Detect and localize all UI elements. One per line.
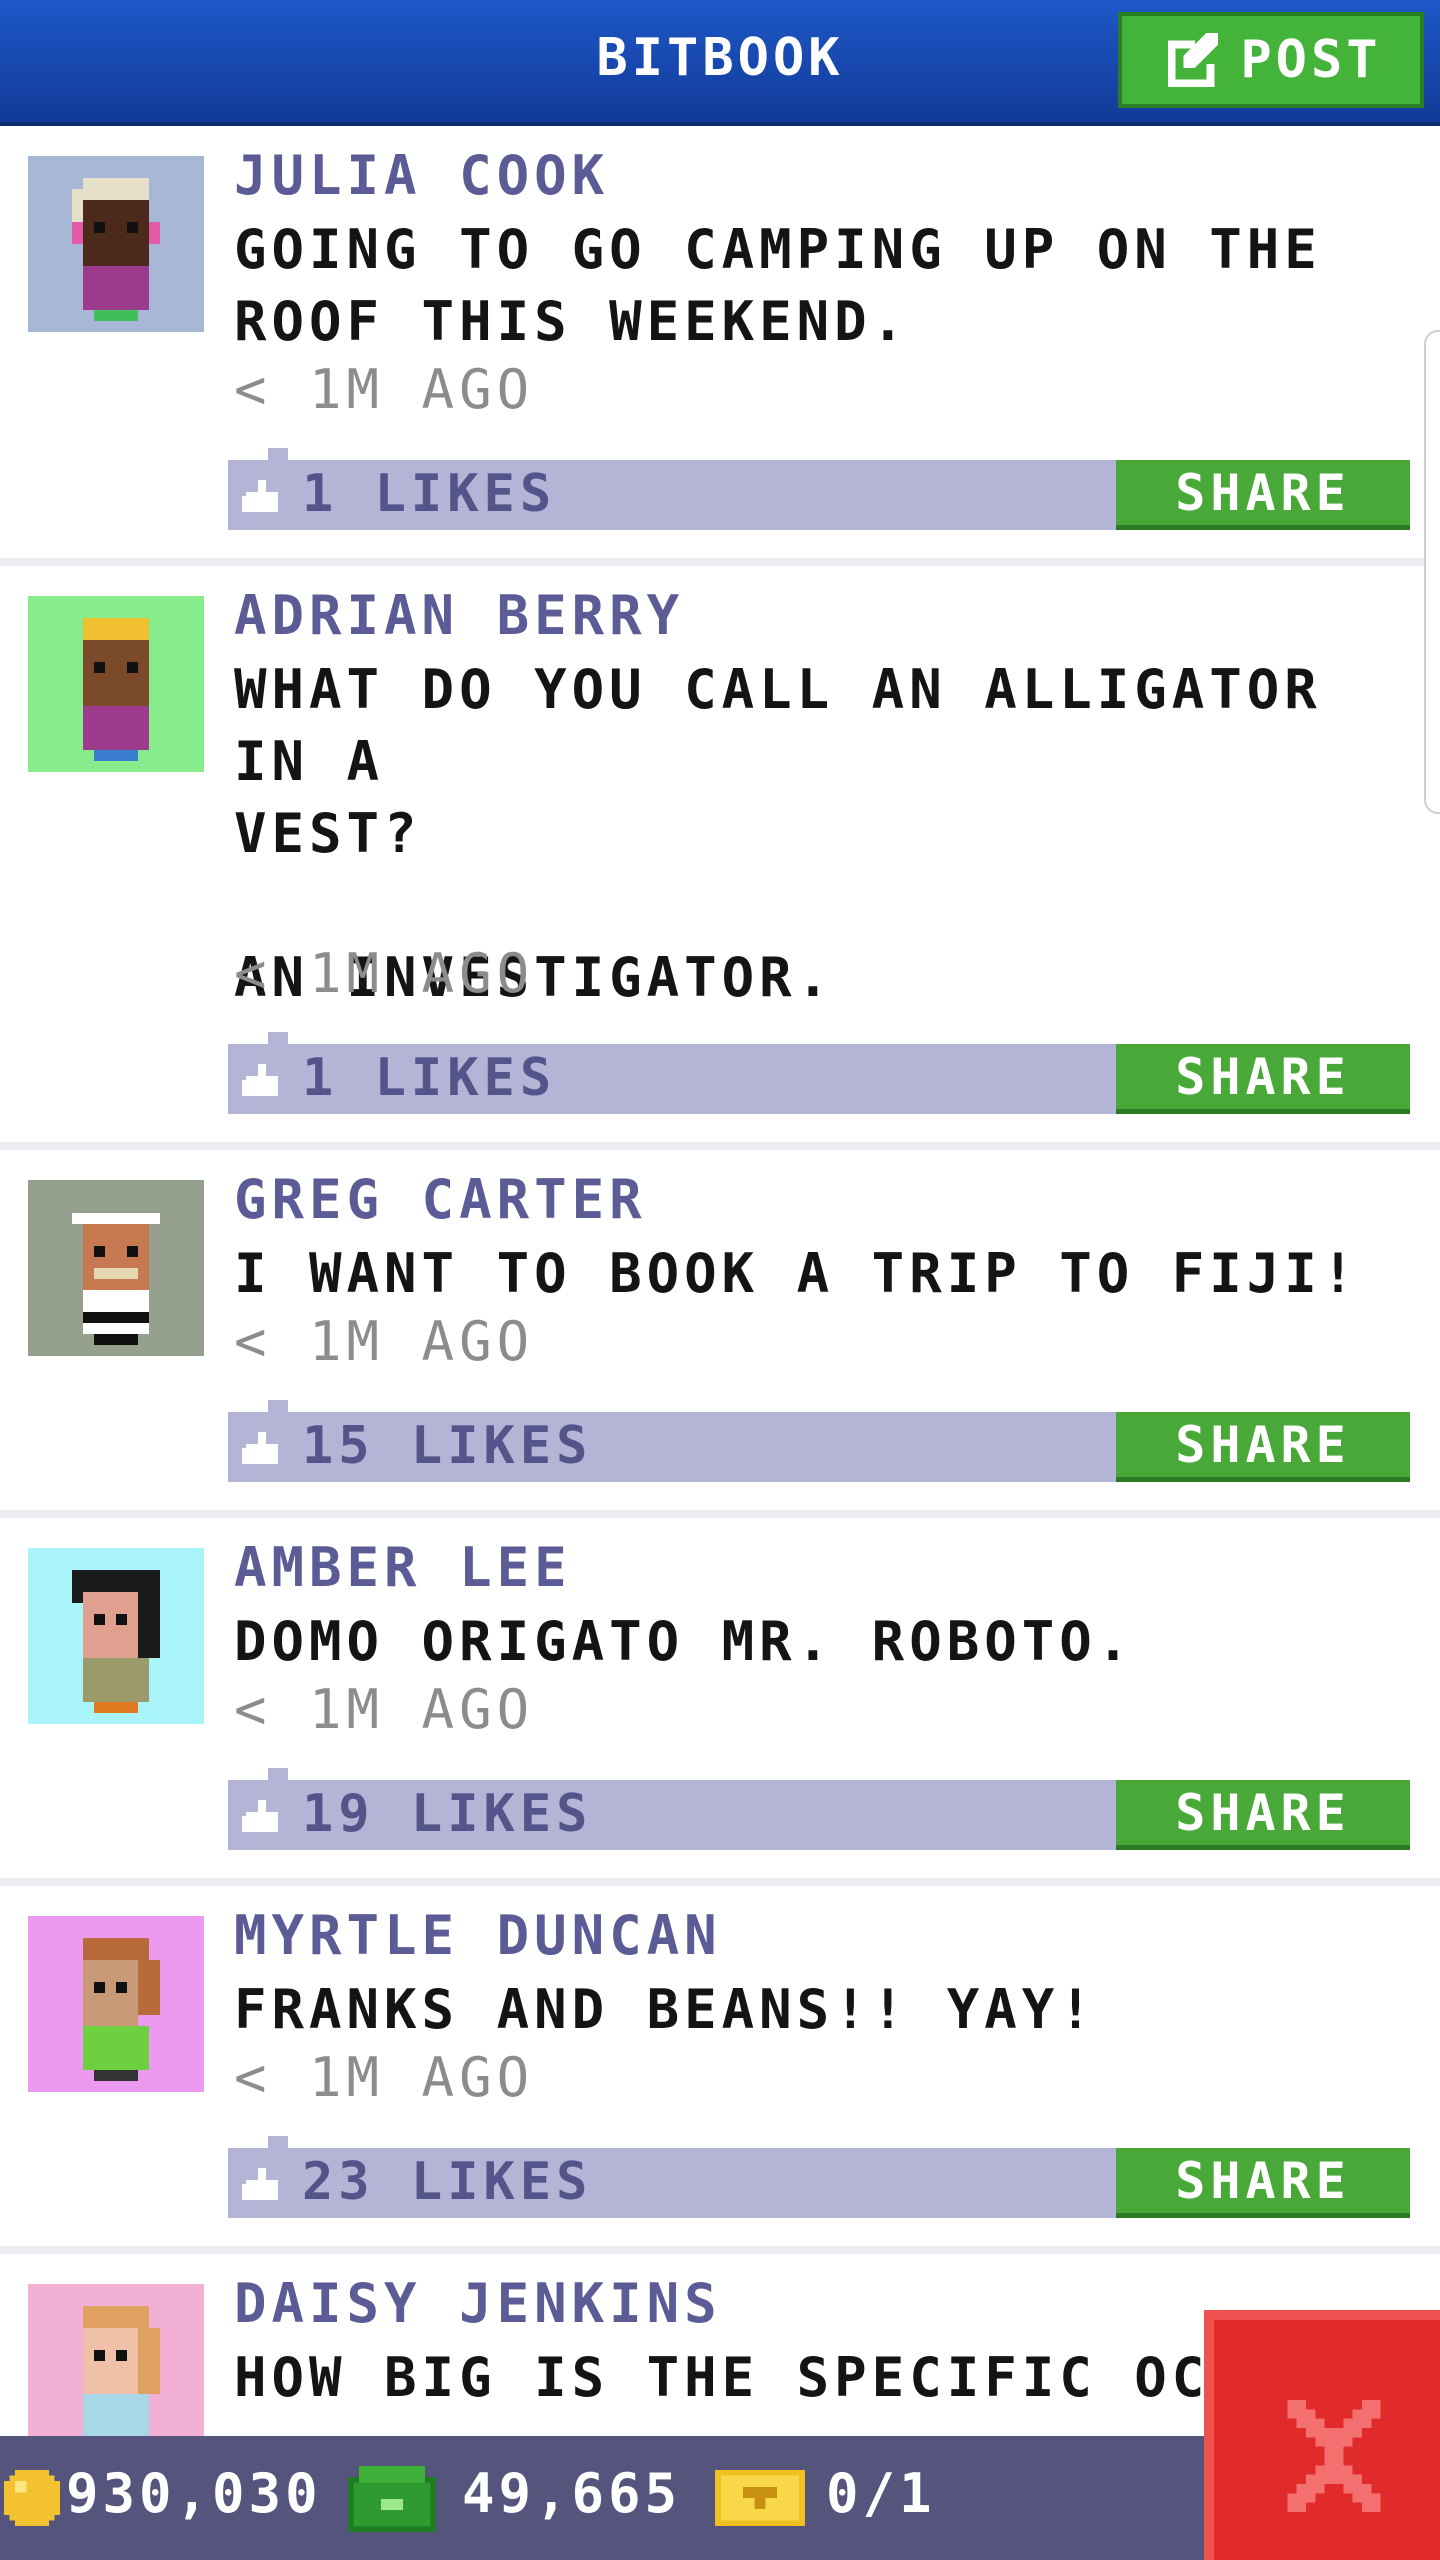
tickets-value: 0/1	[826, 2462, 936, 2525]
post-time: < 1M AGO	[234, 358, 535, 421]
feed-post: ADRIAN BERRY WHAT DO YOU CALL AN ALLIGAT…	[0, 566, 1440, 1150]
like-bar-tab	[268, 1768, 288, 1780]
like-count: 1 LIKES	[302, 464, 557, 524]
share-button[interactable]: SHARE	[1116, 1044, 1410, 1114]
feed-post: JULIA COOK GOING TO GO CAMPING UP ON THE…	[0, 126, 1440, 566]
like-bar[interactable]: 1 LIKES SHARE	[228, 1032, 1410, 1114]
post-button-label: POST	[1240, 30, 1382, 90]
avatar[interactable]	[28, 1916, 204, 2092]
close-icon	[1287, 2400, 1381, 2512]
like-bar[interactable]: 15 LIKES SHARE	[228, 1400, 1410, 1482]
share-button[interactable]: SHARE	[1116, 1412, 1410, 1482]
post-author[interactable]: GREG CARTER	[234, 1168, 647, 1231]
like-bar-tab	[268, 2136, 288, 2148]
avatar[interactable]	[28, 1548, 204, 1724]
ticket-icon	[715, 2470, 805, 2526]
app-header: BITBOOK POST	[0, 0, 1440, 126]
share-button[interactable]: SHARE	[1116, 2148, 1410, 2218]
post-author[interactable]: ADRIAN BERRY	[234, 584, 684, 647]
like-count: 23 LIKES	[302, 2152, 593, 2212]
thumbs-up-icon	[242, 2168, 278, 2200]
scroll-indicator[interactable]	[1424, 330, 1440, 814]
post-time: < 1M AGO	[234, 1678, 535, 1741]
like-bar[interactable]: 1 LIKES SHARE	[228, 448, 1410, 530]
avatar[interactable]	[28, 2284, 204, 2436]
like-count: 19 LIKES	[302, 1784, 593, 1844]
feed-post: AMBER LEE DOMO ORIGATO MR. ROBOTO. < 1M …	[0, 1518, 1440, 1886]
share-button[interactable]: SHARE	[1116, 460, 1410, 530]
share-button[interactable]: SHARE	[1116, 1780, 1410, 1850]
post-text: GOING TO GO CAMPING UP ON THE ROOF THIS …	[234, 218, 1322, 353]
like-bar-tab	[268, 1400, 288, 1412]
feed-post: GREG CARTER I WANT TO BOOK A TRIP TO FIJ…	[0, 1150, 1440, 1518]
post-author[interactable]: JULIA COOK	[234, 144, 609, 207]
post-time: < 1M AGO	[234, 2046, 535, 2109]
post-author[interactable]: DAISY JENKINS	[234, 2272, 722, 2335]
post-time: < 1M AGO	[234, 1310, 535, 1373]
coin-icon	[4, 2470, 60, 2526]
like-bar[interactable]: 19 LIKES SHARE	[228, 1768, 1410, 1850]
feed-post: MYRTLE DUNCAN FRANKS AND BEANS!! YAY! < …	[0, 1886, 1440, 2254]
cash-icon	[348, 2466, 436, 2532]
edit-icon	[1168, 32, 1219, 88]
like-bar[interactable]: 23 LIKES SHARE	[228, 2136, 1410, 2218]
post-text: I WANT TO BOOK A TRIP TO FIJI!	[234, 1242, 1360, 1305]
thumbs-up-icon	[242, 1432, 278, 1464]
post-text: DOMO ORIGATO MR. ROBOTO.	[234, 1610, 1135, 1673]
thumbs-up-icon	[242, 480, 278, 512]
post-text: FRANKS AND BEANS!! YAY!	[234, 1978, 1097, 2041]
thumbs-up-icon	[242, 1800, 278, 1832]
feed-list[interactable]: JULIA COOK GOING TO GO CAMPING UP ON THE…	[0, 126, 1440, 2436]
bux-value: 49,665	[462, 2462, 682, 2525]
like-count: 1 LIKES	[302, 1048, 557, 1108]
like-bar-tab	[268, 1032, 288, 1044]
post-button[interactable]: POST	[1118, 12, 1424, 108]
post-author[interactable]: AMBER LEE	[234, 1536, 572, 1599]
avatar[interactable]	[28, 596, 204, 772]
like-count: 15 LIKES	[302, 1416, 593, 1476]
close-button[interactable]	[1204, 2310, 1440, 2560]
post-author[interactable]: MYRTLE DUNCAN	[234, 1904, 722, 1967]
avatar[interactable]	[28, 1180, 204, 1356]
coins-value: 930,030	[66, 2462, 322, 2525]
avatar[interactable]	[28, 156, 204, 332]
post-time: < 1M AGO	[234, 942, 535, 1005]
like-bar-tab	[268, 448, 288, 460]
thumbs-up-icon	[242, 1064, 278, 1096]
